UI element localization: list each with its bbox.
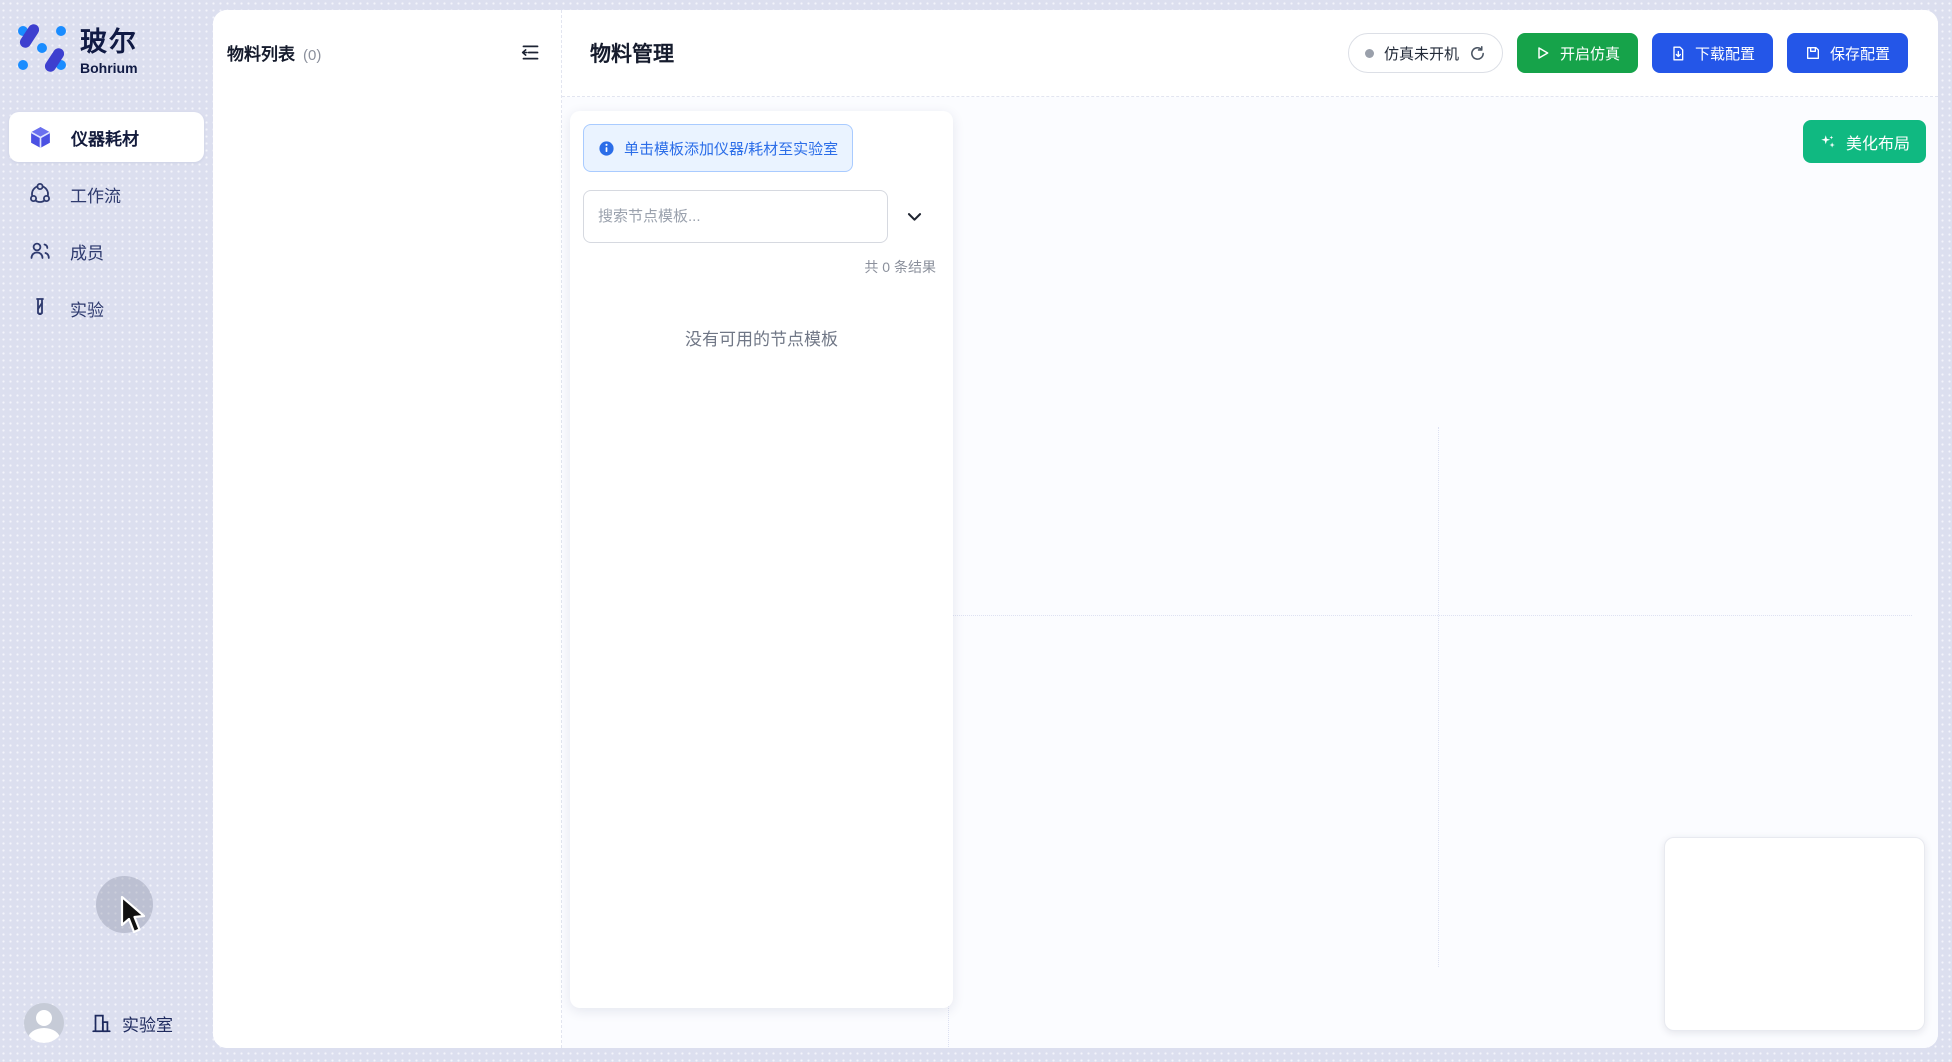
mouse-cursor-icon: [120, 895, 148, 935]
experiment-icon: [28, 296, 52, 320]
file-download-icon: [1670, 45, 1686, 62]
beautify-layout-button[interactable]: 美化布局: [1803, 120, 1926, 163]
download-config-label: 下载配置: [1695, 43, 1755, 64]
workflow-icon: [28, 182, 52, 206]
save-config-button[interactable]: 保存配置: [1787, 33, 1908, 73]
node-template-palette: 单击模板添加仪器/耗材至实验室 共 0 条结果 没有可用的节点模板: [570, 111, 953, 1008]
simulation-status-label: 仿真未开机: [1384, 43, 1459, 64]
save-icon: [1805, 45, 1821, 61]
user-avatar[interactable]: [24, 1003, 64, 1043]
main-card: 物料列表 (0) 物料管理 仿真未开机: [213, 10, 1938, 1048]
start-simulation-label: 开启仿真: [1560, 43, 1620, 64]
bohrium-logo-icon: [16, 22, 68, 74]
material-list-count: (0): [303, 47, 321, 64]
empty-state-text: 没有可用的节点模板: [583, 325, 940, 350]
status-dot-icon: [1365, 49, 1374, 58]
lab-entry[interactable]: 实验室: [90, 1011, 173, 1036]
simulation-status-pill: 仿真未开机: [1348, 33, 1503, 73]
result-count: 共 0 条结果: [583, 257, 940, 277]
material-list-title: 物料列表: [227, 40, 295, 65]
chevron-down-icon: [905, 207, 924, 226]
sidebar-item-label: 成员: [70, 239, 104, 264]
material-list-panel: 物料列表 (0): [213, 10, 562, 1048]
sidebar-item-label: 工作流: [70, 182, 121, 207]
beautify-layout-label: 美化布局: [1846, 130, 1910, 154]
sidebar-item-experiments[interactable]: 实验: [9, 283, 204, 333]
building-icon: [90, 1011, 112, 1035]
menu-fold-icon: [520, 42, 541, 63]
sidebar-footer: 实验室: [0, 992, 213, 1054]
play-icon: [1535, 45, 1551, 61]
start-simulation-button[interactable]: 开启仿真: [1517, 33, 1638, 73]
search-input[interactable]: [583, 190, 888, 243]
refresh-status-button[interactable]: [1469, 45, 1486, 62]
sidebar-item-label: 实验: [70, 296, 104, 321]
refresh-icon: [1469, 45, 1486, 62]
page-header: 物料管理 仿真未开机 开启仿真: [562, 10, 1938, 97]
save-config-label: 保存配置: [1830, 43, 1890, 64]
members-icon: [28, 239, 52, 263]
sidebar-item-workflow[interactable]: 工作流: [9, 169, 204, 219]
download-config-button[interactable]: 下载配置: [1652, 33, 1773, 73]
collapse-toggle-button[interactable]: [901, 203, 928, 230]
brand-name-en: Bohrium: [80, 60, 138, 76]
brand: 玻尔 Bohrium: [0, 0, 213, 76]
lab-entry-label: 实验室: [122, 1011, 173, 1036]
brand-name-zh: 玻尔: [80, 20, 138, 59]
sparkles-icon: [1819, 133, 1837, 151]
main-region: 物料管理 仿真未开机 开启仿真: [562, 10, 1938, 1048]
info-banner: 单击模板添加仪器/耗材至实验室: [583, 124, 853, 172]
sidebar-item-label: 仪器耗材: [71, 125, 139, 150]
flow-canvas[interactable]: 单击模板添加仪器/耗材至实验室 共 0 条结果 没有可用的节点模板: [562, 97, 1938, 1048]
cube-icon: [28, 125, 53, 150]
sidebar-item-instruments[interactable]: 仪器耗材: [9, 112, 204, 162]
sidebar-menu: 仪器耗材 工作流 成员: [0, 112, 213, 333]
page-title: 物料管理: [590, 38, 674, 68]
canvas-minimap[interactable]: [1664, 837, 1925, 1031]
info-icon: [598, 140, 615, 157]
info-banner-text: 单击模板添加仪器/耗材至实验室: [624, 138, 838, 159]
panel-fold-button[interactable]: [518, 40, 543, 65]
sidebar-item-members[interactable]: 成员: [9, 226, 204, 276]
canvas-guide-line: [1438, 427, 1439, 967]
